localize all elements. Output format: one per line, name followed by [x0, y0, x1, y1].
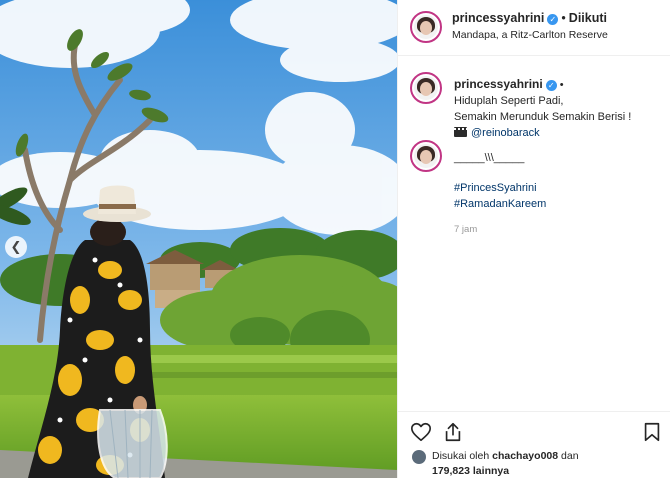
- action-bar: [398, 411, 670, 445]
- caption-line: Hiduplah Seperti Padi,: [454, 95, 564, 107]
- hashtag-link[interactable]: #RamadanKareem: [454, 196, 664, 212]
- chevron-left-icon: ❮: [10, 239, 22, 255]
- following-button[interactable]: Diikuti: [569, 11, 607, 25]
- carousel-prev-button[interactable]: ❮: [5, 236, 27, 258]
- post-photo[interactable]: ❮: [0, 0, 397, 478]
- post-header: princessyahrini ✓ • Diikuti Mandapa, a Ritz…: [398, 0, 670, 56]
- avatar-image: [414, 15, 438, 39]
- caption-line: Semakin Merunduk Semakin Berisi !: [454, 111, 632, 123]
- verified-badge-icon: ✓: [545, 80, 557, 91]
- hashtag-link[interactable]: #PrincesSyahrini: [454, 180, 664, 196]
- post-timestamp: 7 jam: [454, 224, 478, 235]
- comment-text: _____\\\_____: [454, 152, 525, 164]
- instagram-post: ❮ princessyahrini ✓ • Diikuti Mandapa, a Ri…: [0, 0, 670, 478]
- header-avatar[interactable]: [410, 11, 442, 43]
- header-username[interactable]: princessyahrini: [452, 11, 544, 25]
- photo-illustration: [0, 0, 397, 478]
- avatar-image: [414, 76, 438, 100]
- avatar-image: [414, 144, 438, 168]
- likes-summary: Disukai oleh chachayo008 dan 179,823 lai…: [432, 449, 662, 478]
- caption-separator: •: [559, 79, 564, 91]
- share-icon[interactable]: [442, 421, 464, 443]
- caption-username[interactable]: princessyahrini: [454, 77, 543, 91]
- post-side-panel: princessyahrini ✓ • Diikuti Mandapa, a Ritz…: [397, 0, 670, 478]
- bookmark-icon[interactable]: [641, 421, 663, 443]
- header-user-line: princessyahrini ✓ • Diikuti: [452, 11, 607, 25]
- credit-mention-link[interactable]: @reinobarack: [471, 127, 540, 139]
- likes-prefix: Disukai oleh: [432, 450, 490, 462]
- clapperboard-icon: [454, 127, 467, 137]
- caption-avatar[interactable]: [410, 72, 442, 104]
- caption: princessyahrini ✓ • Hiduplah Seperti Padi…: [454, 76, 664, 141]
- comment-avatar[interactable]: [410, 140, 442, 172]
- liker-avatar[interactable]: [412, 450, 426, 464]
- comment: _____\\\_____ #PrincesSyahrini #RamadanK…: [454, 150, 664, 212]
- liker-username[interactable]: chachayo008: [492, 450, 558, 462]
- header-separator: •: [561, 11, 566, 25]
- likes-count-link[interactable]: 179,823 lainnya: [432, 465, 509, 477]
- likes-joiner: dan: [561, 450, 579, 462]
- likes-count: 179,823: [432, 465, 470, 477]
- heart-icon[interactable]: [410, 421, 432, 443]
- verified-badge-icon: ✓: [547, 14, 559, 25]
- location-link[interactable]: Mandapa, a Ritz-Carlton Reserve: [452, 29, 608, 41]
- likes-suffix: lainnya: [472, 465, 510, 477]
